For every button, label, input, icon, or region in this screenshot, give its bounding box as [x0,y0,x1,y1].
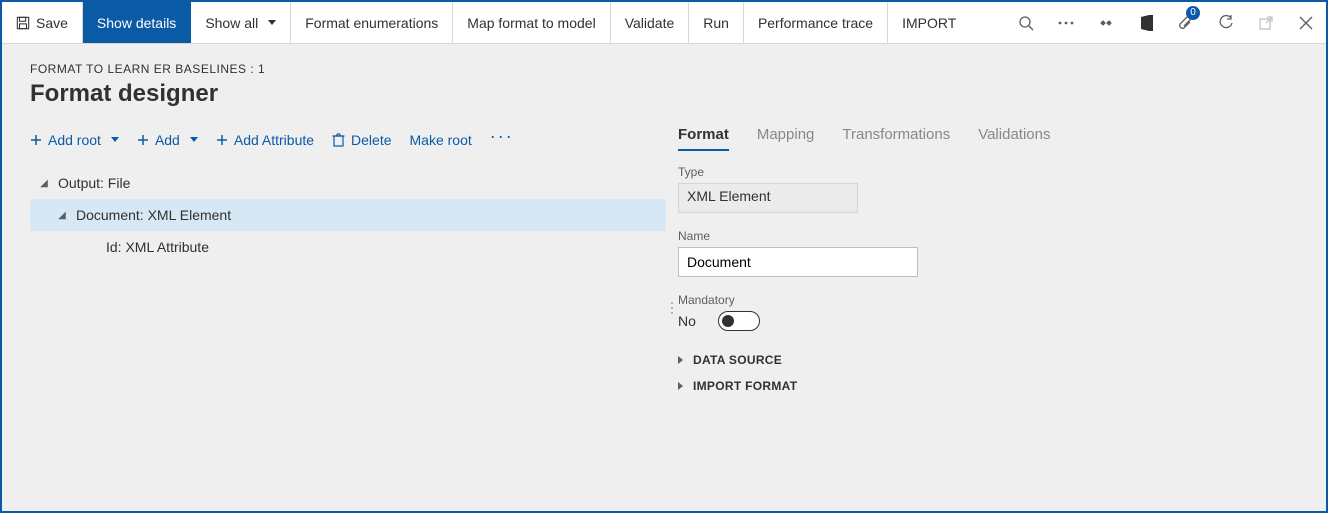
more-icon: ··· [490,126,514,147]
mandatory-value: No [678,313,702,329]
validate-label: Validate [625,15,675,31]
add-attribute-label: Add Attribute [234,132,314,148]
add-label: Add [155,132,180,148]
plus-icon [30,134,42,146]
chevron-down-icon [190,137,198,142]
content-split: Add root Add Add Attribute [30,122,1298,493]
tree-node-document[interactable]: ◢ Document: XML Element [30,199,666,231]
format-form: Type XML Element Name Mandatory No [678,161,1298,399]
name-input[interactable] [678,247,918,277]
import-label: IMPORT [902,15,956,31]
run-button[interactable]: Run [689,2,744,43]
format-enumerations-label: Format enumerations [305,15,438,31]
close-icon [1299,16,1313,30]
app-window: Save Show details Show all Format enumer… [0,0,1328,513]
map-format-label: Map format to model [467,15,595,31]
breadcrumb: FORMAT TO LEARN ER BASELINES : 1 [30,62,1298,76]
search-button[interactable] [1006,2,1046,43]
diamond-icon [1098,15,1114,31]
tab-transformations[interactable]: Transformations [842,126,950,151]
connector-button[interactable] [1086,2,1126,43]
chevron-right-icon [678,356,683,364]
close-button[interactable] [1286,2,1326,43]
chevron-right-icon [678,382,683,390]
field-mandatory: Mandatory No [678,293,1298,331]
page-body: FORMAT TO LEARN ER BASELINES : 1 Format … [2,44,1326,511]
toolbar-overflow-button[interactable]: ··· [490,126,514,153]
save-icon [16,16,30,30]
expander-data-source[interactable]: DATA SOURCE [678,347,1298,373]
save-button[interactable]: Save [2,2,83,43]
chevron-down-icon [268,20,276,25]
show-all-button[interactable]: Show all [191,2,291,43]
left-pane: Add root Add Add Attribute [30,122,666,493]
right-pane: Format Mapping Transformations Validatio… [678,122,1298,493]
format-tree: ◢ Output: File ◢ Document: XML Element I… [30,163,666,263]
mandatory-label: Mandatory [678,293,1298,307]
tree-node-id[interactable]: Id: XML Attribute [30,231,666,263]
expander-import-format[interactable]: IMPORT FORMAT [678,373,1298,399]
tab-validations[interactable]: Validations [978,126,1050,151]
chevron-down-icon [111,137,119,142]
delete-button[interactable]: Delete [332,132,391,148]
add-root-label: Add root [48,132,101,148]
more-actions-button[interactable] [1046,2,1086,43]
add-root-button[interactable]: Add root [30,132,119,148]
details-tabstrip: Format Mapping Transformations Validatio… [678,122,1298,161]
tab-format[interactable]: Format [678,126,729,151]
office-icon [1139,15,1153,31]
refresh-button[interactable] [1206,2,1246,43]
performance-trace-label: Performance trace [758,15,873,31]
more-icon [1058,21,1074,25]
refresh-icon [1218,15,1234,31]
validate-button[interactable]: Validate [611,2,690,43]
tree-node-label: Output: File [58,175,130,191]
expander-label: DATA SOURCE [693,353,782,367]
save-label: Save [36,15,68,31]
command-bar: Save Show details Show all Format enumer… [2,2,1326,44]
format-enumerations-button[interactable]: Format enumerations [291,2,453,43]
add-attribute-button[interactable]: Add Attribute [216,132,314,148]
trash-icon [332,133,345,147]
popout-button[interactable] [1246,2,1286,43]
show-all-label: Show all [205,15,258,31]
attachments-badge: 0 [1186,6,1200,20]
popout-icon [1259,16,1273,30]
collapse-icon[interactable]: ◢ [56,210,68,221]
tree-node-label: Document: XML Element [76,207,231,223]
plus-icon [216,134,228,146]
page-title: Format designer [30,80,1298,108]
type-value: XML Element [678,183,858,213]
delete-label: Delete [351,132,391,148]
performance-trace-button[interactable]: Performance trace [744,2,888,43]
tab-mapping[interactable]: Mapping [757,126,815,151]
tree-node-output[interactable]: ◢ Output: File [30,167,666,199]
attachments-button[interactable]: 0 [1166,2,1206,43]
mandatory-toggle[interactable] [718,311,760,331]
make-root-label: Make root [410,132,472,148]
show-details-button[interactable]: Show details [83,2,191,43]
pane-splitter[interactable] [666,122,678,493]
add-button[interactable]: Add [137,132,198,148]
make-root-button[interactable]: Make root [410,132,472,148]
show-details-label: Show details [97,15,176,31]
collapse-icon[interactable]: ◢ [38,178,50,189]
name-label: Name [678,229,1298,243]
grip-icon [670,301,674,315]
office-button[interactable] [1126,2,1166,43]
search-icon [1018,15,1034,31]
cmdbar-spacer [970,2,1006,43]
map-format-to-model-button[interactable]: Map format to model [453,2,610,43]
import-button[interactable]: IMPORT [888,2,970,43]
field-name: Name [678,229,1298,277]
type-label: Type [678,165,1298,179]
run-label: Run [703,15,729,31]
plus-icon [137,134,149,146]
field-type: Type XML Element [678,165,1298,213]
format-toolbar: Add root Add Add Attribute [30,122,666,163]
toggle-knob [722,315,734,327]
tree-node-label: Id: XML Attribute [106,239,209,255]
expander-label: IMPORT FORMAT [693,379,797,393]
